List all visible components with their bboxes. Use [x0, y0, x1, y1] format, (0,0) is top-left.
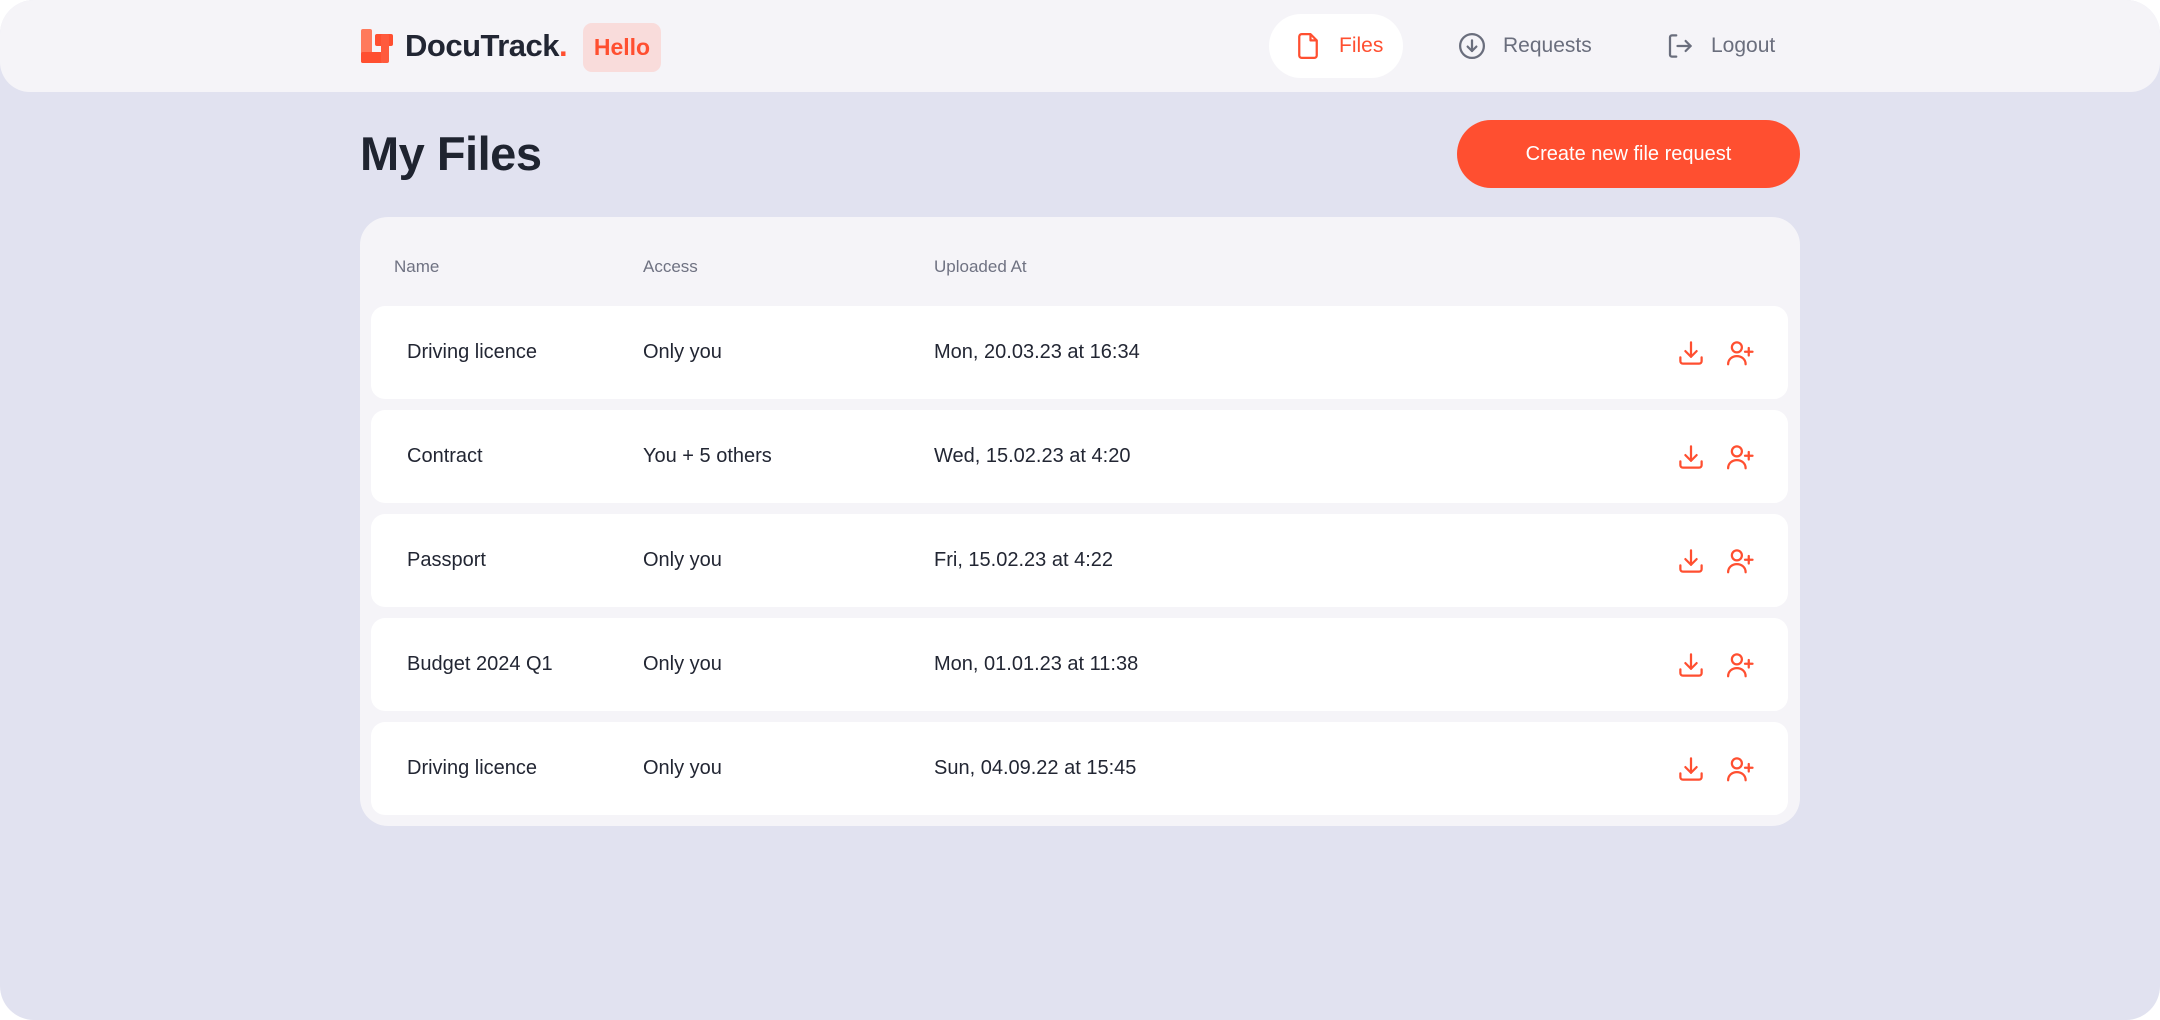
share-button[interactable]	[1723, 752, 1757, 786]
greeting-badge: Hello	[583, 23, 661, 72]
user-plus-icon	[1727, 653, 1754, 678]
share-button[interactable]	[1723, 440, 1757, 474]
file-name: Budget 2024 Q1	[407, 653, 553, 675]
file-name: Driving licence	[407, 341, 538, 363]
share-button[interactable]	[1723, 648, 1757, 682]
table-row[interactable]: Contract You + 5 others Wed, 15.02.23 at…	[371, 410, 1788, 503]
page-title: My Files	[360, 127, 542, 180]
user-plus-icon	[1727, 549, 1754, 574]
download-icon	[1679, 549, 1703, 573]
file-uploaded-at: Sun, 04.09.22 at 15:45	[934, 757, 1137, 779]
arrow-down-circle-icon	[1459, 33, 1485, 59]
download-button[interactable]	[1674, 648, 1708, 682]
nav-requests-label: Requests	[1503, 34, 1592, 57]
logout-icon	[1668, 34, 1692, 58]
brand-logo[interactable]: DocuTrack.	[359, 26, 568, 66]
file-name: Passport	[407, 549, 486, 571]
file-uploaded-at: Mon, 01.01.23 at 11:38	[934, 653, 1139, 675]
nav-logout[interactable]: Logout	[1665, 14, 1775, 78]
table-row[interactable]: Driving licence Only you Sun, 04.09.22 a…	[371, 722, 1788, 815]
file-access: Only you	[643, 653, 722, 675]
user-plus-icon	[1727, 341, 1754, 366]
files-table: Name Access Uploaded At Driving licence …	[360, 217, 1800, 826]
column-header-uploaded-at[interactable]: Uploaded At	[934, 257, 1027, 277]
top-navigation-bar: DocuTrack. Hello Files Requests Logout	[0, 0, 2160, 92]
file-access: Only you	[643, 757, 722, 779]
user-plus-icon	[1727, 445, 1754, 470]
file-access: You + 5 others	[643, 445, 772, 467]
column-header-name[interactable]: Name	[394, 257, 439, 277]
file-access: Only you	[643, 341, 722, 363]
download-icon	[1679, 341, 1703, 365]
download-button[interactable]	[1674, 440, 1708, 474]
download-button[interactable]	[1674, 336, 1708, 370]
table-row[interactable]: Budget 2024 Q1 Only you Mon, 01.01.23 at…	[371, 618, 1788, 711]
docutrack-logo-icon	[361, 29, 393, 63]
nav-files[interactable]: Files	[1269, 14, 1403, 78]
column-header-access[interactable]: Access	[643, 257, 698, 277]
nav-files-label: Files	[1339, 34, 1384, 57]
share-button[interactable]	[1723, 544, 1757, 578]
file-uploaded-at: Mon, 20.03.23 at 16:34	[934, 341, 1140, 363]
download-button[interactable]	[1674, 544, 1708, 578]
file-access: Only you	[643, 549, 722, 571]
file-name: Contract	[407, 445, 483, 467]
file-uploaded-at: Fri, 15.02.23 at 4:22	[934, 549, 1114, 571]
download-icon	[1679, 757, 1703, 781]
brand-name: DocuTrack.	[405, 28, 568, 63]
table-row[interactable]: Driving licence Only you Mon, 20.03.23 a…	[371, 306, 1788, 399]
nav-logout-label: Logout	[1711, 34, 1776, 57]
download-icon	[1679, 445, 1703, 469]
app-window: DocuTrack. Hello Files Requests Logout M…	[0, 0, 2160, 1020]
file-name: Driving licence	[407, 757, 538, 779]
share-button[interactable]	[1723, 336, 1757, 370]
download-button[interactable]	[1674, 752, 1708, 786]
create-file-request-button[interactable]: Create new file request	[1457, 120, 1800, 188]
download-icon	[1679, 653, 1703, 677]
file-icon	[1298, 33, 1318, 59]
file-uploaded-at: Wed, 15.02.23 at 4:20	[934, 445, 1131, 467]
user-plus-icon	[1727, 757, 1754, 782]
table-row[interactable]: Passport Only you Fri, 15.02.23 at 4:22	[371, 514, 1788, 607]
nav-requests[interactable]: Requests	[1457, 14, 1592, 78]
